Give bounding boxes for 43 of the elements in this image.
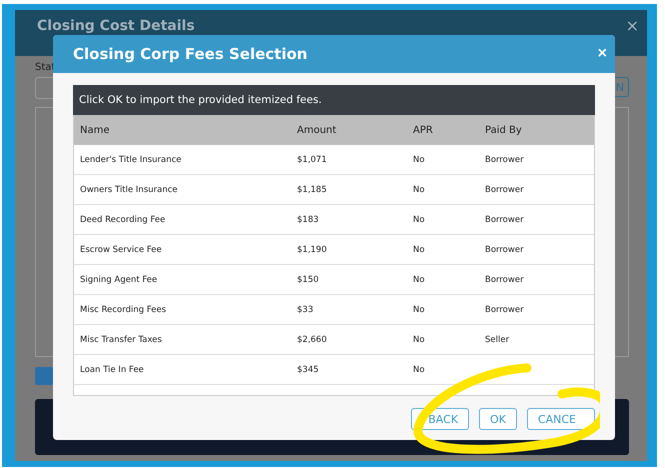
table-cell: Borrower (479, 145, 594, 175)
table-cell: No (407, 325, 479, 355)
close-button[interactable]: × (598, 45, 607, 63)
table-cell: Deed Recording Fee (74, 205, 291, 235)
table-cell: Lender's Title Insurance (74, 145, 291, 175)
table-cell: Seller (479, 325, 594, 355)
table-cell: Misc Transfer Taxes (74, 325, 291, 355)
table-cell: Misc Recording Fees (74, 295, 291, 325)
table-cell: No (407, 355, 479, 385)
dialog-button[interactable]: OK (479, 408, 517, 430)
table-cell: No (407, 175, 479, 205)
table-cell: Escrow Service Fee (74, 235, 291, 265)
table-cell: $183 (291, 205, 407, 235)
table-cell: No (407, 205, 479, 235)
table-cell: $2,660 (291, 325, 407, 355)
table-cell: Borrower (479, 205, 594, 235)
table-cell: $1,185 (291, 175, 407, 205)
table-cell: $345 (291, 355, 407, 385)
table-cell: Borrower (479, 265, 594, 295)
column-header: Name (74, 115, 291, 145)
table-cell: Loan Tie In Fee (74, 355, 291, 385)
app-icon[interactable] (35, 367, 53, 385)
table-cell: No (407, 235, 479, 265)
table-cell: Borrower (479, 175, 594, 205)
table-cell: No (407, 265, 479, 295)
table-cell: $1,190 (291, 235, 407, 265)
table-cell: Owners Title Insurance (74, 175, 291, 205)
table-cell: Borrower (479, 235, 594, 265)
table-cell: Borrower (479, 295, 594, 325)
modal-title: Closing Corp Fees Selection (73, 45, 308, 63)
table-cell: $1,071 (291, 145, 407, 175)
dialog-title: Closing Cost Details (37, 18, 195, 34)
column-header: Amount (291, 115, 407, 145)
dialog-button[interactable]: CANCE (526, 408, 595, 430)
table-cell: $33 (291, 295, 407, 325)
close-icon[interactable]: × (626, 16, 639, 35)
table-cell: $150 (291, 265, 407, 295)
column-header: APR (407, 115, 479, 145)
table-cell: No (407, 145, 479, 175)
table-cell: Signing Agent Fee (74, 265, 291, 295)
table-cell: No (407, 295, 479, 325)
column-header: Paid By (479, 115, 594, 145)
notice-bar: Click OK to import the provided itemized fees. (73, 85, 595, 115)
